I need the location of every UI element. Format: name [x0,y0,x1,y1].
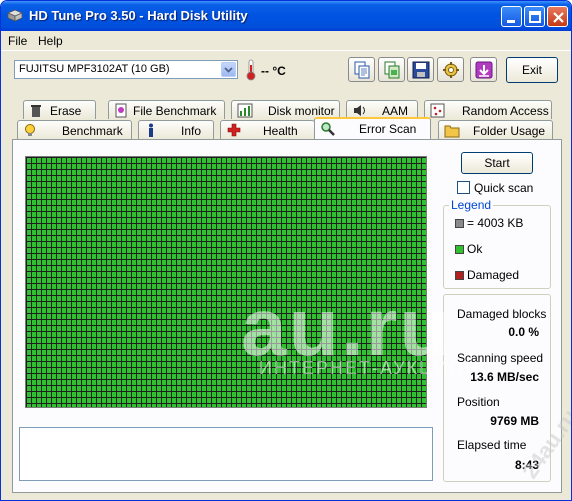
close-icon [553,12,564,23]
tab-info[interactable]: Info [138,120,214,139]
maximize-button[interactable] [524,6,545,27]
quick-scan-checkbox[interactable]: Quick scan [457,181,533,195]
tab-folder-usage-label: Folder Usage [473,124,546,138]
window-title: HD Tune Pro 3.50 - Hard Disk Utility [29,8,248,23]
quick-scan-box[interactable] [457,181,470,194]
drive-select[interactable]: FUJITSU MPF3102AT (10 GB) [14,60,238,79]
tab-health[interactable]: Health [220,120,315,139]
tab-health-label: Health [263,124,298,138]
main-window: HD Tune Pro 3.50 - Hard Disk Utility Fil… [0,0,572,501]
maximize-icon [529,11,541,23]
quick-scan-label: Quick scan [474,181,534,195]
magnifier-icon [321,122,335,136]
tab-folder-usage[interactable]: Folder Usage [438,120,553,139]
copy-screenshot-icon [384,61,400,79]
chevron-down-icon[interactable] [221,62,236,77]
disk-monitor-icon [237,103,253,118]
save-button[interactable] [407,57,434,82]
elapsed-time-label: Elapsed time [457,438,527,452]
damaged-blocks-value: 0.0 % [508,325,539,339]
exit-button[interactable]: Exit [506,57,558,83]
watermark-subtitle: ИНТЕРНЕТ-АУКЦИОН [259,358,481,378]
position-label: Position [457,395,500,409]
app-disk-icon [7,9,23,22]
tab-random-access-label: Random Access [462,104,549,118]
legend-ok-label: Ok [467,242,483,256]
legend-damaged-label: Damaged [467,268,520,282]
tab-file-benchmark[interactable]: File Benchmark [108,100,225,119]
tab-erase[interactable]: Erase [23,100,96,119]
damaged-blocks-label: Damaged blocks [457,307,547,321]
drive-select-value: FUJITSU MPF3102AT (10 GB) [19,63,170,75]
speaker-icon [354,105,365,116]
start-button[interactable]: Start [461,152,533,174]
scanning-speed-value: 13.6 MB/sec [470,370,539,384]
tab-benchmark[interactable]: Benchmark [17,120,132,139]
download-icon [475,61,493,79]
legend-damaged: Damaged [455,268,519,282]
tab-aam-label: AAM [382,104,409,118]
copy-screenshot-button[interactable] [378,57,405,82]
menu-file[interactable]: File [8,34,27,48]
options-button[interactable] [437,57,464,82]
legend-block-size: = 4003 KB [455,216,523,230]
tab-info-label: Info [181,124,202,138]
trash-icon [31,105,41,117]
tab-erase-label: Erase [50,104,82,118]
legend-swatch-ok [455,245,464,254]
minimize-button[interactable] [501,6,522,27]
options-icon [443,62,459,78]
legend-ok: Ok [455,242,482,256]
menu-bar: File Help [1,31,571,51]
legend-swatch-block [455,219,464,228]
menu-help[interactable]: Help [38,34,63,48]
tab-error-scan[interactable]: Error Scan [314,117,431,139]
copy-text-icon [354,61,370,79]
legend-title: Legend [449,198,494,212]
scan-log[interactable] [19,427,433,481]
position-value: 9769 MB [490,414,539,428]
info-icon [149,123,153,137]
tab-file-benchmark-label: File Benchmark [133,104,217,118]
lightbulb-icon [25,124,35,136]
tab-disk-monitor-label: Disk monitor [268,104,335,118]
copy-text-button[interactable] [348,57,375,82]
tab-benchmark-label: Benchmark [62,124,123,138]
download-button[interactable] [470,57,497,82]
random-access-icon [430,103,445,118]
minimize-icon [507,20,515,23]
tab-error-scan-label: Error Scan [359,122,417,136]
title-bar[interactable]: HD Tune Pro 3.50 - Hard Disk Utility [1,1,571,31]
folder-icon [444,125,460,138]
temperature-value: -- °C [261,64,286,78]
save-icon [412,61,430,79]
file-benchmark-icon [115,103,127,118]
legend-block-size-label: = 4003 KB [467,216,524,230]
close-button[interactable] [547,6,568,27]
health-cross-icon [227,123,241,137]
legend-swatch-damaged [455,271,464,280]
tab-random-access[interactable]: Random Access [424,100,552,119]
thermometer-icon [246,59,256,81]
